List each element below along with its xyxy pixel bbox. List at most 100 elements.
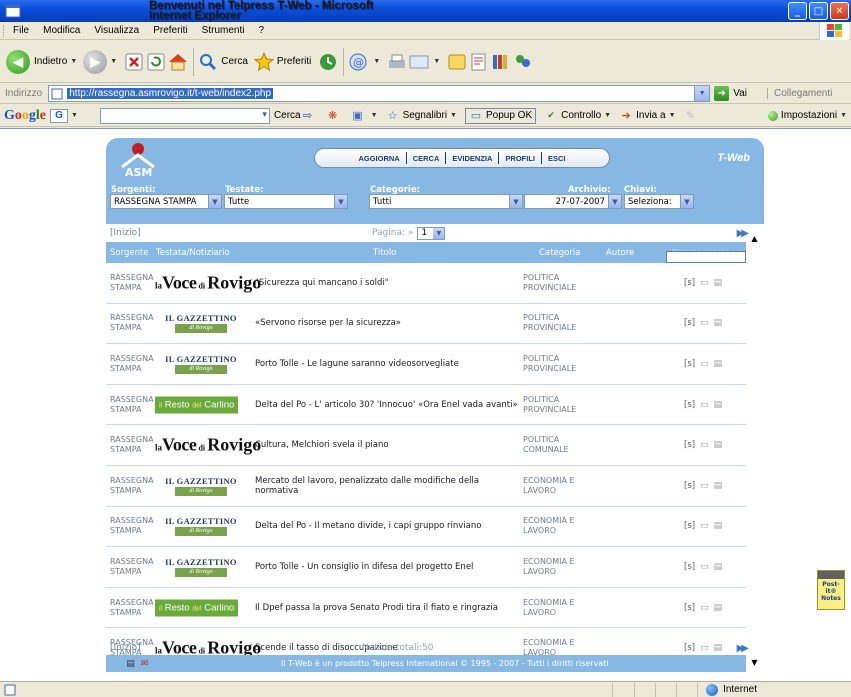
news-row[interactable]: RASSEGNA STAMPA IL GAZZETTINO di Rovigo Port… — [106, 547, 746, 588]
document-icon[interactable]: ▭ — [700, 603, 709, 613]
settings-dropdown-icon[interactable]: ▼ — [840, 112, 847, 119]
news-row[interactable]: RASSEGNA STAMPA il Resto del Carlino Delta … — [106, 385, 746, 426]
news-row[interactable]: RASSEGNA STAMPA IL GAZZETTINO di Rovigo «Ser… — [106, 304, 746, 345]
row-title[interactable]: Porto Tolle - Le lagune saranno videosor… — [255, 359, 520, 369]
print-icon[interactable]: ▤ — [714, 359, 723, 369]
bookmarks-button[interactable]: ☆ Segnalibri ▼ — [386, 109, 457, 123]
news-row[interactable]: RASSEGNA STAMPA IL GAZZETTINO di Rovigo Merc… — [106, 466, 746, 507]
back-button[interactable]: ◀ Indietro ▼ — [6, 49, 77, 74]
maximize-button[interactable]: □ — [809, 2, 828, 20]
bookmarks-dropdown-icon[interactable]: ▼ — [450, 112, 457, 119]
archivio-select[interactable]: 27-07-2007 ▼ — [524, 194, 622, 209]
nav-profili[interactable]: PROFILI — [499, 154, 541, 163]
spellcheck-button[interactable]: ✔ Controllo ▼ — [544, 109, 611, 123]
sorgenti-select[interactable]: RASSEGNA STAMPA ▼ — [110, 194, 222, 209]
print-icon[interactable] — [386, 51, 408, 73]
document-icon[interactable]: ▭ — [700, 318, 709, 328]
scroll-down-icon[interactable]: ▼ — [749, 658, 760, 667]
discuss-icon[interactable] — [446, 51, 468, 73]
document-icon[interactable]: ▭ — [700, 359, 709, 369]
menu-help[interactable]: ? — [251, 25, 271, 36]
refresh-icon[interactable] — [145, 51, 167, 73]
footer-next-page-icon[interactable]: ▶▶ — [737, 643, 750, 654]
news-row[interactable]: RASSEGNA STAMPA IL GAZZETTINO di Rovigo Port… — [106, 344, 746, 385]
history-icon[interactable] — [317, 51, 339, 73]
print-icon[interactable]: ▤ — [714, 400, 723, 410]
document-icon[interactable]: ▭ — [700, 278, 709, 288]
send-to-button[interactable]: ➔ Invia a ▼ — [619, 109, 676, 123]
back-dropdown-icon[interactable]: ▼ — [70, 58, 77, 65]
settings-button[interactable]: Impostazioni ▼ — [767, 110, 847, 121]
col-sorgente[interactable]: Sorgente — [110, 248, 149, 258]
col-categoria[interactable]: Categoria — [539, 248, 580, 258]
forward-button[interactable]: ▶ ▼ — [83, 49, 117, 74]
page-select[interactable]: 1 ▼ — [417, 226, 446, 240]
footer-inizio-link[interactable]: [Inizio] — [110, 643, 141, 653]
summary-link[interactable]: [s] — [684, 521, 695, 531]
chiavi-select[interactable]: Seleziona: ▼ — [624, 194, 694, 209]
row-title[interactable]: Mercato del lavoro, penalizzato dalle mo… — [255, 476, 520, 496]
links-toolbar[interactable]: Collegamenti — [766, 88, 832, 99]
forward-dropdown-icon[interactable]: ▼ — [110, 58, 117, 65]
summary-link[interactable]: [s] — [684, 562, 695, 572]
footer-mail-icon[interactable]: ✉ — [139, 658, 150, 669]
search-button[interactable]: Cerca — [198, 52, 248, 72]
print-icon[interactable]: ▤ — [714, 278, 723, 288]
summary-link[interactable]: [s] — [684, 278, 695, 288]
app-scrollbar[interactable]: ▲ ▼ — [749, 234, 762, 667]
print-icon[interactable]: ▤ — [714, 318, 723, 328]
news-row[interactable]: RASSEGNA STAMPA laVoce di Rovigo "Sicurezza… — [106, 263, 746, 304]
col-autore[interactable]: Autore — [606, 248, 634, 258]
pagerank-dropdown-icon[interactable]: ▼ — [371, 112, 378, 119]
google-news-button[interactable]: ❋ — [326, 109, 343, 123]
favorites-button[interactable]: Preferiti — [253, 51, 311, 72]
google-menu-dropdown-icon[interactable]: ▼ — [71, 112, 78, 119]
summary-link[interactable]: [s] — [684, 400, 695, 410]
highlight-button[interactable]: ✎ — [684, 109, 701, 123]
next-page-icon[interactable]: ▶▶ — [737, 228, 750, 239]
google-search-button[interactable]: Cerca ⇨ — [274, 109, 318, 123]
google-logo[interactable]: Google — [4, 108, 46, 124]
document-icon[interactable]: ▭ — [700, 481, 709, 491]
news-row[interactable]: RASSEGNA STAMPA laVoce di Rovigo Cultura, M… — [106, 425, 746, 466]
address-dropdown-icon[interactable]: ▼ — [694, 86, 710, 101]
document-icon[interactable]: ▭ — [700, 400, 709, 410]
google-pagerank-button[interactable]: ▣ ▼ — [351, 109, 378, 123]
postit-notes-widget[interactable]: Post-it® Notes — [817, 570, 845, 610]
print-icon[interactable]: ▤ — [714, 562, 723, 572]
stop-icon[interactable] — [123, 51, 145, 73]
row-title[interactable]: «Servono risorse per la sicurezza» — [255, 318, 520, 328]
edit-dropdown-icon[interactable]: ▼ — [433, 58, 440, 65]
menu-strumenti[interactable]: Strumenti — [195, 25, 252, 36]
row-title[interactable]: Delta del Po - L' articolo 30? 'Innocuo'… — [255, 400, 520, 410]
menu-modifica[interactable]: Modifica — [36, 25, 87, 36]
footer-print-icon[interactable]: ▤ — [125, 658, 136, 669]
summary-link[interactable]: [s] — [684, 359, 695, 369]
news-row[interactable]: RASSEGNA STAMPA il Resto del Carlino Il Dpe… — [106, 588, 746, 629]
document-icon[interactable]: ▭ — [700, 521, 709, 531]
address-input[interactable]: http://rassegna.asmrovigo.it/t-web/index… — [48, 85, 711, 102]
home-icon[interactable] — [167, 51, 189, 73]
summary-link[interactable]: [s] — [684, 318, 695, 328]
nav-cerca[interactable]: CERCA — [407, 154, 446, 163]
menu-visualizza[interactable]: Visualizza — [87, 25, 146, 36]
minimize-button[interactable]: _ — [788, 2, 807, 20]
col-testata[interactable]: Testata/Notiziario — [156, 248, 230, 258]
nav-evidenzia[interactable]: EVIDENZIA — [446, 154, 498, 163]
row-title[interactable]: Delta del Po - Il metano divide, i capi … — [255, 521, 520, 531]
mail-button[interactable]: @ ▼ — [348, 52, 380, 72]
col-titolo[interactable]: Titolo — [373, 248, 396, 258]
row-title[interactable]: Cultura, Melchiori svela il piano — [255, 440, 520, 450]
news-row[interactable]: RASSEGNA STAMPA IL GAZZETTINO di Rovigo Delt… — [106, 507, 746, 548]
categorie-select[interactable]: Tutti ▼ — [369, 194, 523, 209]
print-icon[interactable]: ▤ — [714, 521, 723, 531]
window-titlebar[interactable]: Benvenuti nel Telpress T-Web - Microsoft… — [0, 0, 851, 22]
print-icon[interactable]: ▤ — [714, 440, 723, 450]
address-url[interactable]: http://rassegna.asmrovigo.it/t-web/index… — [67, 88, 274, 99]
row-title[interactable]: "Sicurezza qui mancano i soldi" — [255, 278, 520, 288]
go-button[interactable]: ➜ Vai — [714, 86, 747, 101]
spellcheck-dropdown-icon[interactable]: ▼ — [604, 112, 611, 119]
inizio-link[interactable]: [Inizio] — [110, 228, 141, 238]
ricerca-veloce-input[interactable] — [666, 251, 746, 263]
nav-esci[interactable]: ESCI — [542, 154, 572, 163]
